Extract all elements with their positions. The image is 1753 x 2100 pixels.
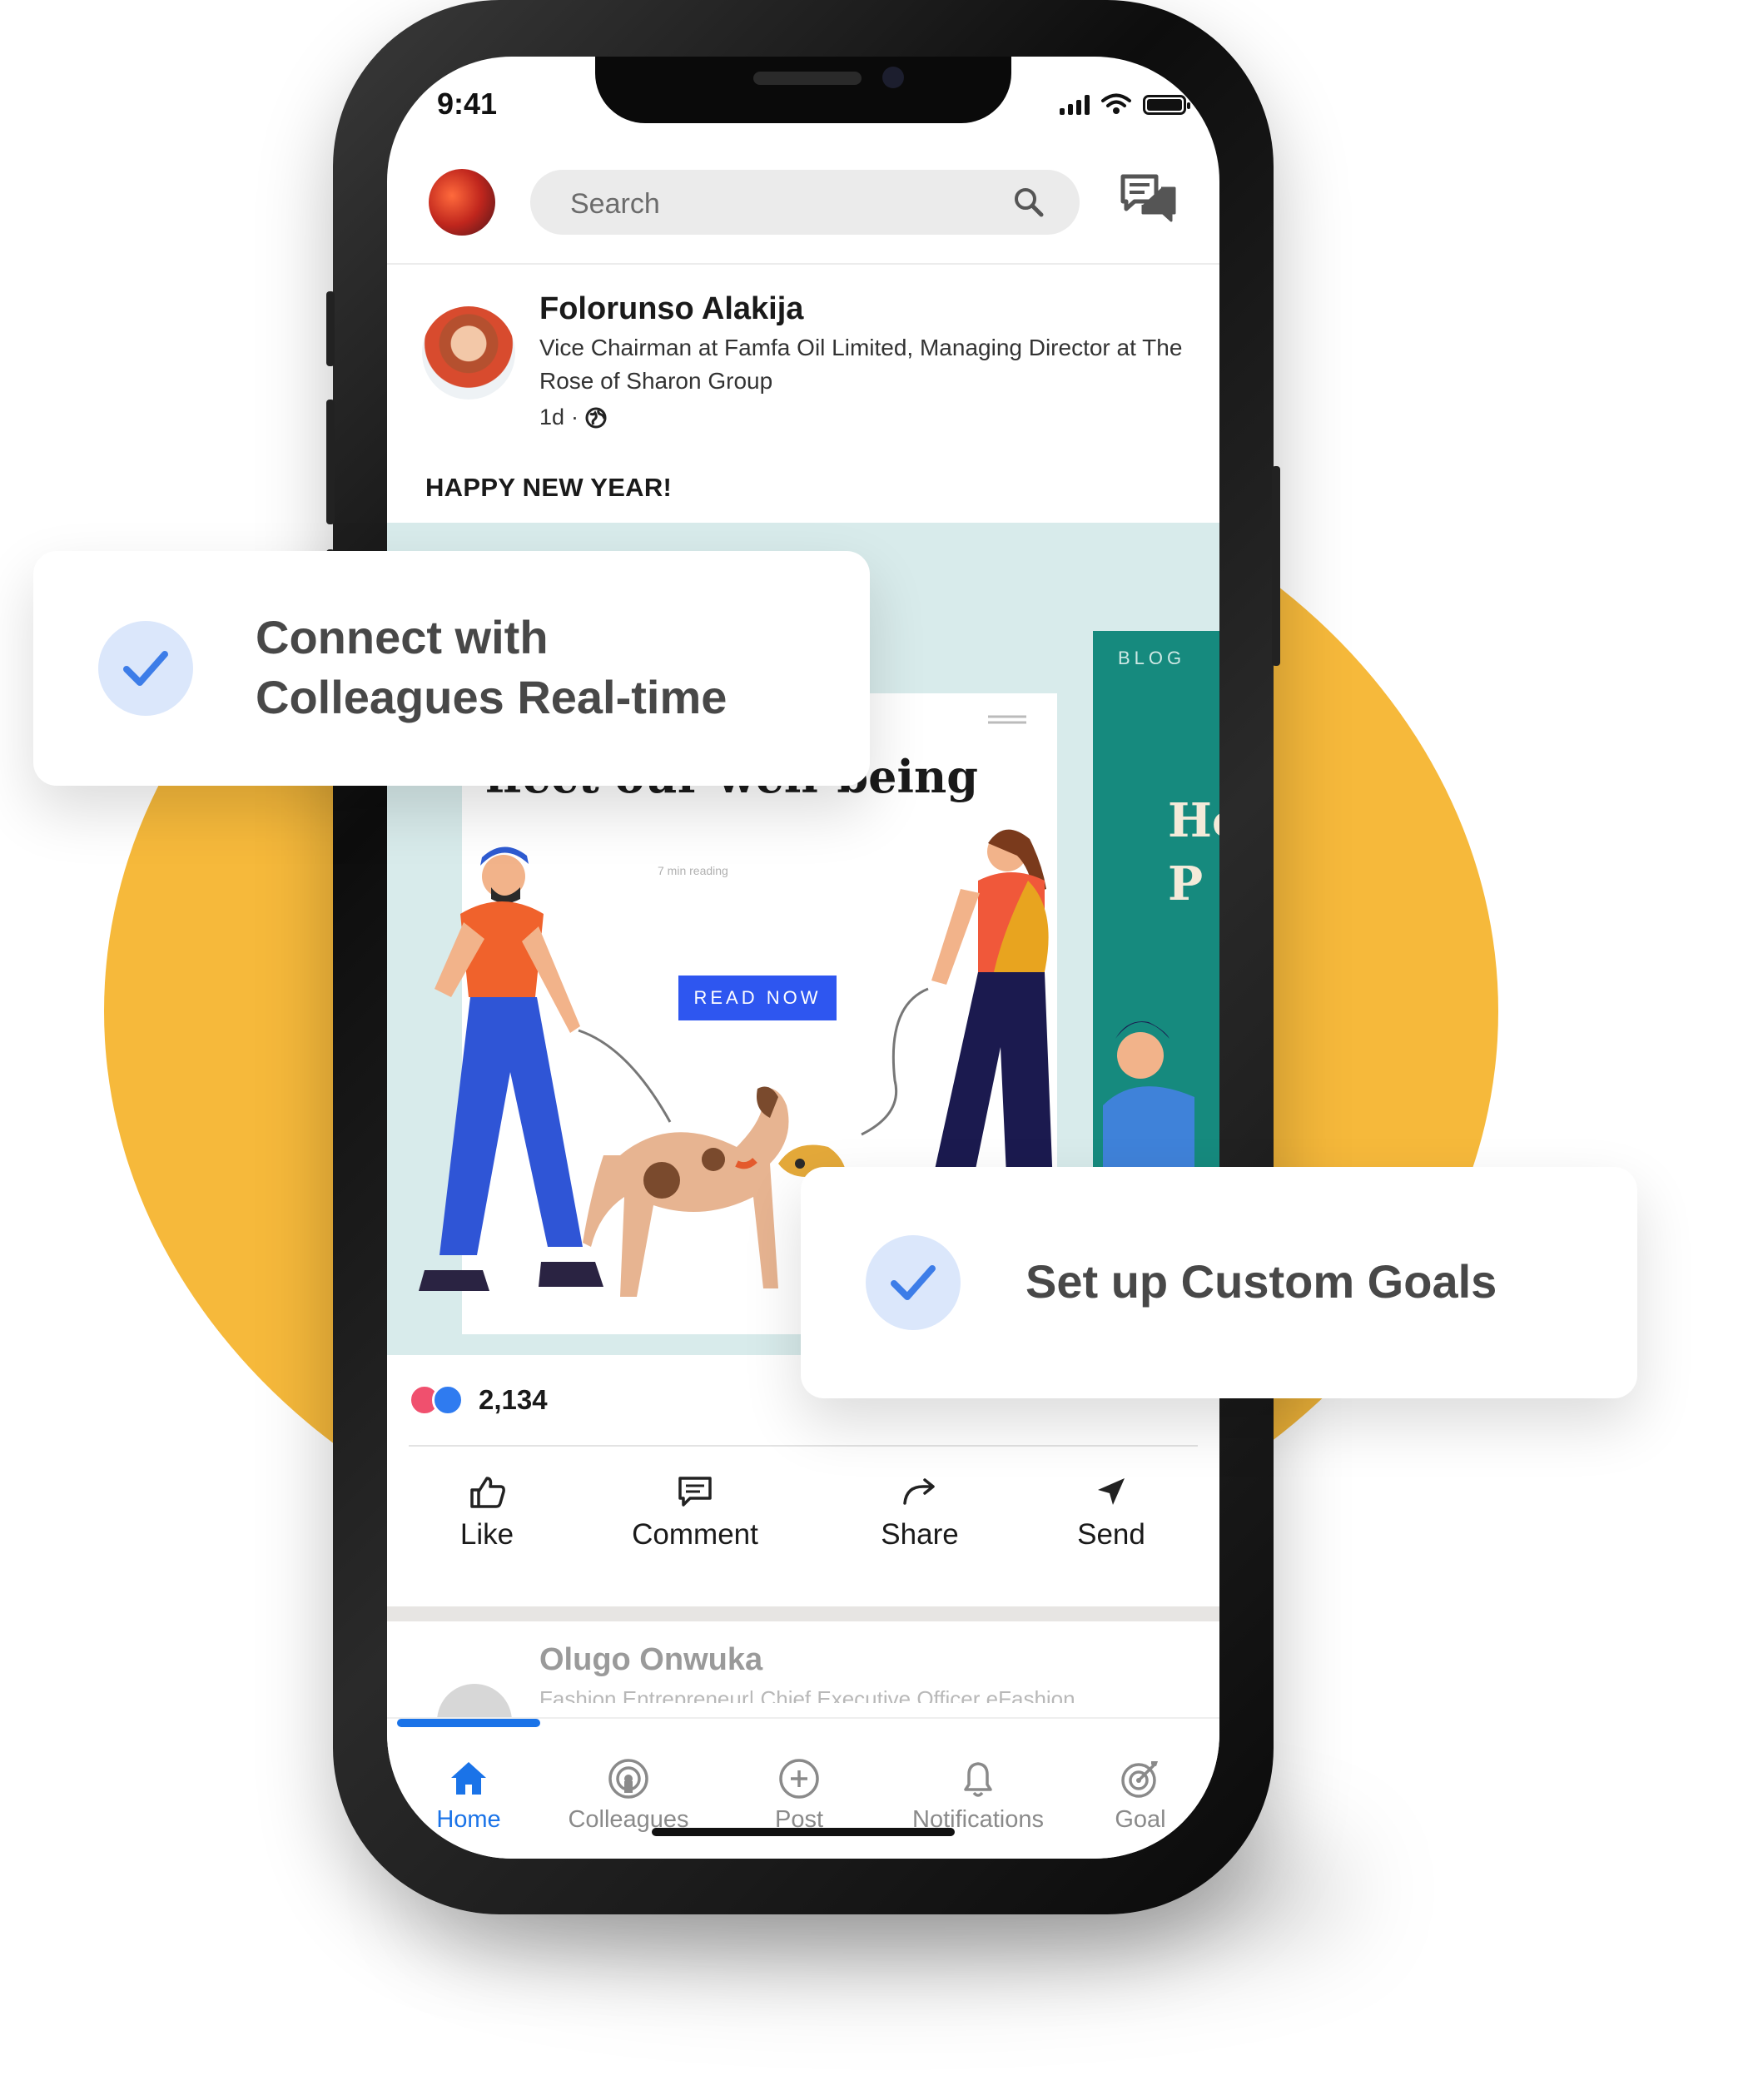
battery-icon xyxy=(1143,95,1190,115)
post-age: 1d xyxy=(539,405,565,429)
search-icon[interactable] xyxy=(1011,185,1046,220)
tab-home[interactable]: Home xyxy=(402,1756,535,1834)
post-actions: Like Comment Share Send xyxy=(387,1455,1219,1588)
callout-goals: Set up Custom Goals xyxy=(801,1167,1637,1398)
checkmark-icon xyxy=(891,1265,936,1300)
mute-switch xyxy=(326,291,335,366)
tab-home-label: Home xyxy=(436,1806,501,1833)
active-tab-indicator xyxy=(397,1719,540,1727)
post-text: HAPPY NEW YEAR! xyxy=(425,473,673,502)
thumbs-up-icon xyxy=(470,1477,505,1508)
callout-connect: Connect with Colleagues Real-time xyxy=(33,551,870,786)
reaction-divider xyxy=(409,1445,1198,1447)
messaging-icon[interactable] xyxy=(1120,171,1178,230)
comment-icon xyxy=(678,1477,712,1507)
cellular-signal-icon xyxy=(1060,95,1090,115)
profile-avatar[interactable] xyxy=(429,169,495,236)
search-input[interactable]: Search xyxy=(570,188,660,221)
callout-goals-text: Set up Custom Goals xyxy=(1025,1255,1497,1308)
send-icon xyxy=(1098,1478,1125,1505)
speaker-grille xyxy=(753,72,862,85)
search-bar[interactable]: Search xyxy=(530,170,1080,235)
comment-label: Comment xyxy=(632,1518,758,1551)
checkmark-icon xyxy=(123,651,168,686)
add-post-icon xyxy=(779,1759,819,1799)
send-button[interactable]: Send xyxy=(1057,1472,1165,1551)
callout-goals-check xyxy=(866,1235,961,1330)
status-icons xyxy=(1060,93,1190,115)
post-author-headline: Vice Chairman at Famfa Oil Limited, Mana… xyxy=(539,335,1183,394)
volume-up-button xyxy=(326,400,335,524)
share-label: Share xyxy=(881,1518,959,1551)
bottom-tab-bar: Home Colleagues Post Notifications Goal xyxy=(387,1717,1219,1859)
feed-separator xyxy=(387,1606,1219,1621)
front-camera xyxy=(882,67,904,88)
reaction-count: 2,134 xyxy=(479,1384,548,1415)
tab-post[interactable]: Post xyxy=(728,1756,870,1834)
callout-connect-line2: Colleagues Real-time xyxy=(256,671,728,723)
comment-button[interactable]: Comment xyxy=(612,1472,778,1551)
target-icon xyxy=(1121,1761,1158,1798)
home-indicator[interactable] xyxy=(652,1828,955,1836)
callout-connect-text: Connect with Colleagues Real-time xyxy=(256,608,727,727)
tab-goal-label: Goal xyxy=(1115,1806,1166,1833)
app-screen: 9:41 Search Folorunso Alakija Vice Chair… xyxy=(387,57,1219,1859)
tab-colleagues[interactable]: Colleagues xyxy=(537,1756,720,1834)
callout-connect-check xyxy=(98,621,193,716)
next-post-headline: Fashion Entrepreneur| Chief Executive Of… xyxy=(539,1686,1075,1703)
like-label: Like xyxy=(459,1518,514,1551)
reaction-summary[interactable]: 2,134 xyxy=(409,1384,548,1416)
share-arrow-icon xyxy=(903,1478,935,1505)
post-meta-separator: · xyxy=(571,405,579,429)
globe-icon xyxy=(585,407,607,428)
callout-connect-line1: Connect with xyxy=(256,611,549,663)
top-bar: Search xyxy=(387,156,1219,265)
power-button xyxy=(1272,466,1280,666)
send-label: Send xyxy=(1077,1518,1145,1551)
colleagues-icon xyxy=(608,1759,648,1799)
status-time: 9:41 xyxy=(437,87,498,121)
post-author-name[interactable]: Folorunso Alakija xyxy=(539,291,803,327)
bell-icon xyxy=(964,1762,992,1797)
tab-notifications[interactable]: Notifications xyxy=(886,1756,1070,1834)
wifi-icon xyxy=(1101,93,1131,114)
post-meta: 1d · xyxy=(539,405,607,430)
post-author-avatar[interactable] xyxy=(422,306,515,400)
share-button[interactable]: Share xyxy=(853,1472,986,1551)
notch xyxy=(595,57,1011,123)
home-icon xyxy=(451,1762,486,1795)
like-reaction-icon xyxy=(432,1384,464,1416)
tab-goal[interactable]: Goal xyxy=(1078,1756,1203,1834)
next-post-author[interactable]: Olugo Onwuka xyxy=(539,1642,762,1678)
like-button[interactable]: Like xyxy=(437,1472,537,1551)
